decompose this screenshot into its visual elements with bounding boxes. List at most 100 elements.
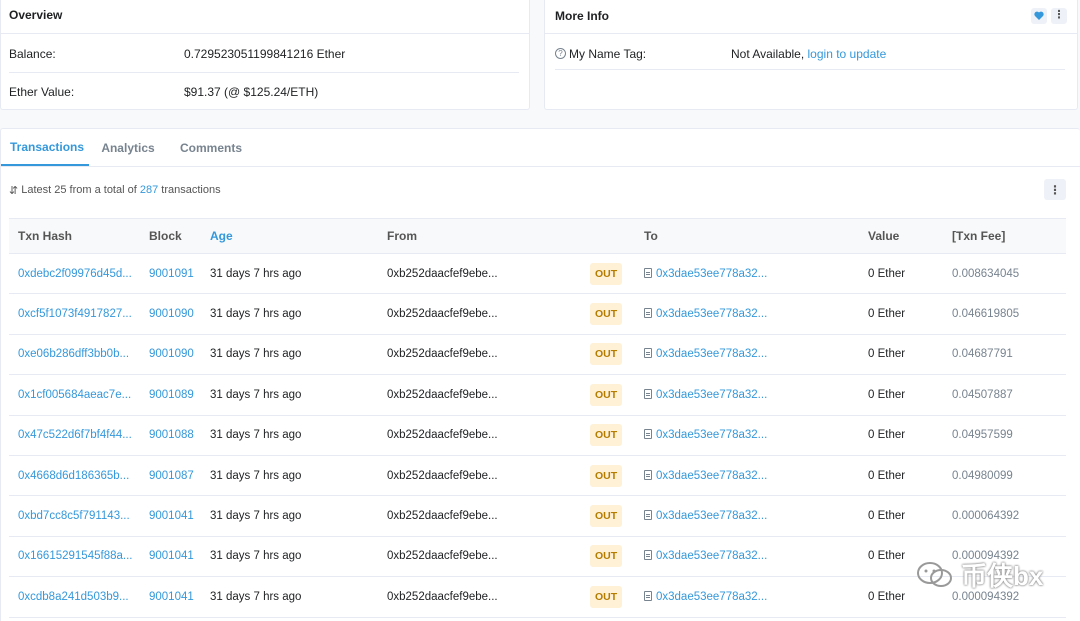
value-cell: 0 Ether [868, 348, 906, 361]
block-link-cell: 9001088 [140, 415, 201, 456]
to-address-link[interactable]: 0x3dae53ee778a32... [656, 591, 767, 603]
direction-badge-cell: OUT [581, 415, 635, 456]
to-address-link[interactable]: 0x3dae53ee778a32... [656, 550, 767, 562]
ether-value-row: Ether Value: $91.37 (@ $125.24/ETH) [9, 73, 519, 111]
txn-hash-link[interactable]: 0x16615291545f88a... [18, 550, 132, 562]
txn-hash-link[interactable]: 0xcf5f1073f4917827... [18, 308, 132, 320]
direction-badge: OUT [590, 585, 623, 608]
header-age[interactable]: Age [201, 218, 378, 254]
tab-analytics[interactable]: Analytics [89, 129, 167, 166]
overview-card: Overview Balance: 0.729523051199841216 E… [0, 0, 530, 110]
block-link[interactable]: 9001090 [149, 348, 194, 360]
tab-transactions[interactable]: Transactions [1, 129, 89, 166]
table-row: 0x47c522d6f7bf4f44... 9001088 31 days 7 hr… [9, 415, 1066, 456]
txn-hash-link[interactable]: 0xbd7cc8c5f791143... [18, 510, 130, 522]
to-address-link[interactable]: 0x3dae53ee778a32... [656, 268, 767, 280]
value-cell: 0 Ether [868, 429, 906, 442]
table-options-button[interactable]: ⋮ [1044, 179, 1066, 200]
table-header-row: Txn Hash Block Age From To Value [Txn Fe… [9, 218, 1066, 254]
direction-badge: OUT [590, 464, 623, 487]
direction-badge-cell: OUT [581, 374, 635, 416]
heart-icon[interactable] [1031, 7, 1047, 24]
overview-title: Overview [1, 0, 529, 34]
txn-hash-link-cell: 0xcdb8a241d503b9... [9, 576, 140, 618]
more-info-header: More Info ⋮ [545, 0, 1077, 34]
txn-hash-link[interactable]: 0xe06b286dff3bb0b... [18, 348, 129, 360]
txn-hash-link[interactable]: 0xdebc2f09976d45d... [18, 268, 132, 280]
block-link[interactable]: 9001087 [149, 470, 194, 482]
age-cell-cell: 31 days 7 hrs ago [201, 253, 378, 295]
block-link[interactable]: 9001091 [149, 268, 194, 280]
age-cell-cell: 31 days 7 hrs ago [201, 374, 378, 416]
txn-hash-link[interactable]: 0x1cf005684aeac7e... [18, 389, 131, 401]
txn-hash-link-cell: 0x16615291545f88a... [9, 536, 140, 578]
block-link[interactable]: 9001041 [149, 591, 194, 603]
contract-icon [644, 388, 652, 399]
txn-hash-link[interactable]: 0xcdb8a241d503b9... [18, 591, 129, 603]
contract-icon [644, 429, 652, 440]
to-address-link-cell: 0x3dae53ee778a32... [635, 253, 859, 295]
direction-badge-cell: OUT [581, 334, 635, 376]
table-row: 0x4668d6d186365b... 9001087 31 days 7 hrs … [9, 455, 1066, 497]
block-link[interactable]: 9001089 [149, 389, 194, 401]
block-link[interactable]: 9001041 [149, 510, 194, 522]
txn-fee-cell-cell: 0.04957599 [943, 415, 1066, 456]
header-txn-fee[interactable]: [Txn Fee] [943, 218, 1066, 254]
to-address-link[interactable]: 0x3dae53ee778a32... [656, 429, 767, 441]
txn-fee-cell-cell: 0.04507887 [943, 374, 1066, 416]
block-link-cell: 9001041 [140, 536, 201, 578]
tab-comments[interactable]: Comments [167, 129, 255, 166]
txn-hash-link[interactable]: 0x4668d6d186365b... [18, 470, 129, 482]
to-address-link[interactable]: 0x3dae53ee778a32... [656, 308, 767, 320]
txn-hash-link[interactable]: 0x47c522d6f7bf4f44... [18, 429, 132, 441]
ether-value-label: Ether Value: [9, 85, 75, 99]
wechat-logo [917, 561, 952, 587]
txn-fee-cell-cell: 0.04687791 [943, 334, 1066, 376]
age-cell-cell: 31 days 7 hrs ago [201, 455, 378, 497]
name-tag-value: Not Available, [731, 46, 805, 61]
age-cell: 31 days 7 hrs ago [210, 510, 302, 523]
to-address-link[interactable]: 0x3dae53ee778a32... [656, 389, 767, 401]
txn-hash-link-cell: 0xbd7cc8c5f791143... [9, 495, 140, 537]
summary-count-link[interactable]: 287 [140, 184, 158, 196]
sort-icon: ⇵ [9, 184, 19, 197]
value-cell: 0 Ether [868, 267, 906, 280]
age-cell: 31 days 7 hrs ago [210, 429, 302, 442]
vertical-dots-icon[interactable]: ⋮ [1051, 7, 1067, 24]
contract-icon [644, 308, 652, 319]
direction-badge: OUT [590, 383, 623, 406]
block-link[interactable]: 9001088 [149, 429, 194, 441]
age-cell-cell: 31 days 7 hrs ago [201, 576, 378, 618]
contract-icon [644, 469, 652, 480]
balance-value: 0.729523051199841216 Ether [184, 46, 346, 61]
block-link[interactable]: 9001041 [149, 550, 194, 562]
direction-badge-cell: OUT [581, 293, 635, 335]
from-address-cell: 0xb252daacfef9ebe... [378, 253, 581, 295]
block-link-cell: 9001090 [140, 334, 201, 376]
header-direction [581, 218, 635, 254]
to-address-link[interactable]: 0x3dae53ee778a32... [656, 348, 767, 360]
txn-fee-cell: 0.04507887 [952, 388, 1013, 401]
to-address-link-cell: 0x3dae53ee778a32... [635, 576, 859, 618]
age-cell-cell: 31 days 7 hrs ago [201, 536, 378, 578]
name-tag-label-wrap: ? My Name Tag: [555, 47, 731, 61]
direction-badge-cell: OUT [581, 455, 635, 497]
table-row: 0xbd7cc8c5f791143... 9001041 31 days 7 hrs… [9, 495, 1066, 537]
from-address-cell: 0xb252daacfef9ebe... [378, 293, 581, 335]
contract-icon [644, 510, 652, 521]
from-address-cell: 0xb252daacfef9ebe... [378, 374, 581, 416]
from-address: 0xb252daacfef9ebe... [387, 308, 498, 321]
login-to-update-link[interactable]: login to update [808, 47, 887, 61]
to-address-link[interactable]: 0x3dae53ee778a32... [656, 510, 767, 522]
direction-badge: OUT [590, 262, 623, 285]
txn-fee-cell-cell: 0.000064392 [943, 495, 1066, 537]
contract-icon [644, 590, 652, 601]
age-cell-cell: 31 days 7 hrs ago [201, 293, 378, 335]
from-address-cell: 0xb252daacfef9ebe... [378, 576, 581, 618]
block-link[interactable]: 9001090 [149, 308, 194, 320]
more-info-title: More Info [555, 8, 609, 23]
from-address: 0xb252daacfef9ebe... [387, 590, 498, 603]
to-address-link[interactable]: 0x3dae53ee778a32... [656, 470, 767, 482]
name-tag-label: My Name Tag: [569, 46, 647, 61]
question-icon: ? [555, 48, 566, 59]
